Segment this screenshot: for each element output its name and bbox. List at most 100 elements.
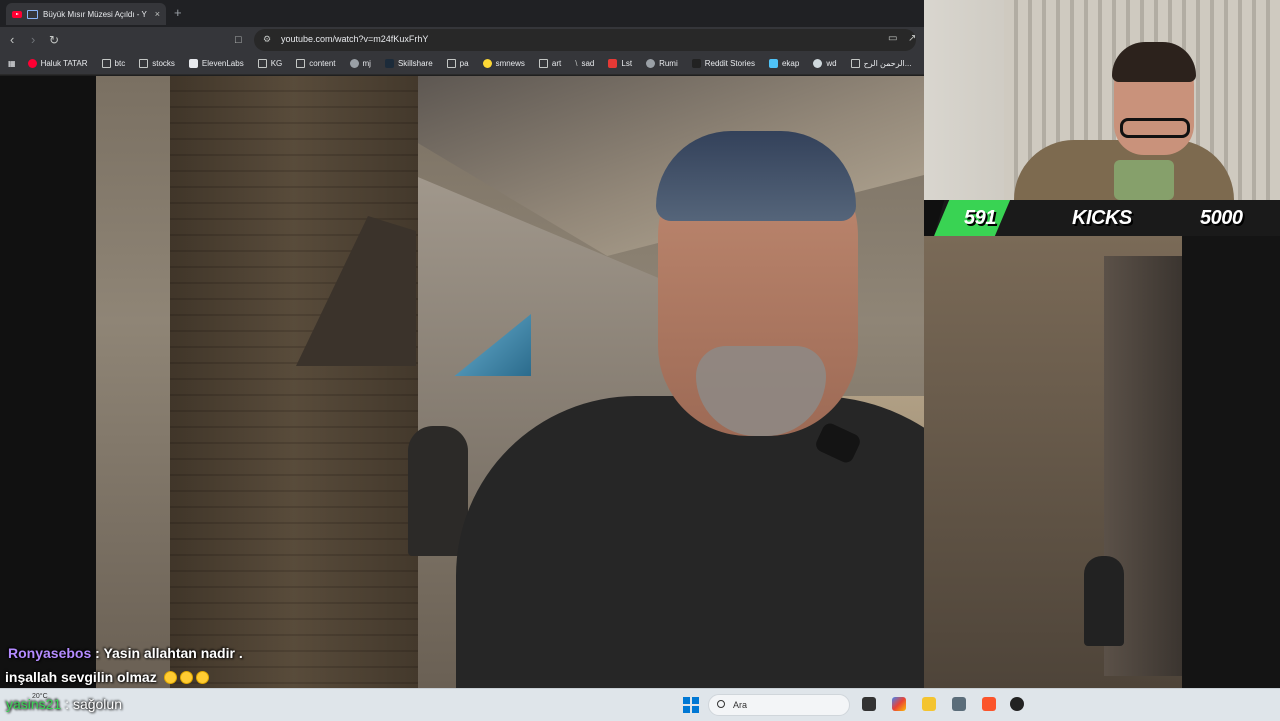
bookmark-label: pa: [459, 59, 469, 68]
folder-icon: [257, 59, 267, 68]
tab-title: Büyük Mısır Müzesi Açıldı - Y: [43, 9, 147, 19]
bookmark-label: mj: [362, 59, 371, 68]
tab-close-button[interactable]: ×: [155, 9, 160, 19]
emoji-icon: [482, 59, 492, 68]
chat-message: Ronyasebos : Yasin allahtan nadir .: [8, 645, 243, 661]
bookmark-quran[interactable]: الرحمن الرح...: [850, 59, 912, 68]
hieroglyph-pillar: [170, 76, 418, 688]
grinning-emoji-icon: [179, 671, 193, 684]
chat-text: sağolun: [72, 696, 122, 712]
mug: [1114, 160, 1174, 200]
address-bar[interactable]: ⚙ youtube.com/watch?v=m24fKuxFrhY ▭ ↗: [254, 29, 916, 51]
file-explorer-icon[interactable]: [922, 697, 936, 711]
new-tab-button[interactable]: +: [174, 5, 182, 20]
bookmark-label: KG: [270, 59, 283, 68]
bookmark-label: Skillshare: [397, 59, 433, 68]
chat-message: yasins21 : sağolun: [6, 696, 122, 712]
bookmark-haluk-tatar[interactable]: Haluk TATAR: [27, 59, 88, 68]
d-icon: [691, 59, 701, 68]
bookmark-stocks[interactable]: stocks: [139, 59, 175, 68]
bookmark-elevenlabs[interactable]: ElevenLabs: [188, 59, 244, 68]
bookmarks-bar: ▦ Haluk TATAR btc stocks ElevenLabs KG c…: [0, 53, 924, 75]
bookmark-label: stocks: [152, 59, 175, 68]
share-icon[interactable]: ↗: [908, 33, 916, 44]
background-visitor: [408, 426, 468, 556]
bookmark-skillshare[interactable]: Skillshare: [384, 59, 433, 68]
bookmark-art[interactable]: art: [538, 59, 562, 68]
back-icon[interactable]: ‹: [10, 32, 14, 48]
slash-icon: \: [575, 59, 578, 68]
video-player[interactable]: [0, 76, 924, 688]
search-placeholder: Ara: [733, 700, 748, 710]
bookmark-rumi[interactable]: Rumi: [646, 59, 678, 68]
bookmark-lst[interactable]: Lst: [608, 59, 632, 68]
skillshare-icon: [384, 59, 394, 68]
grinning-emoji-icon: [163, 671, 177, 684]
goal-target: 5000: [1200, 207, 1243, 229]
folder-icon: [446, 59, 456, 68]
url-text[interactable]: youtube.com/watch?v=m24fKuxFrhY: [281, 34, 428, 44]
taskbar-search[interactable]: Ara: [708, 694, 850, 716]
video-frame: [96, 76, 924, 688]
bookmark-reddit-stories[interactable]: Reddit Stories: [691, 59, 755, 68]
apps-icon[interactable]: ▦: [8, 59, 16, 68]
browser-window: Büyük Mısır Müzesi Açıldı - Y × + ‹ › ↻ …: [0, 0, 924, 688]
bird-icon: [768, 59, 778, 68]
s-icon: [608, 59, 618, 68]
youtube-icon: [12, 10, 22, 18]
webcam-overlay: [924, 0, 1280, 200]
obs-icon[interactable]: [1010, 697, 1024, 711]
copilot-icon[interactable]: [892, 697, 906, 711]
book-icon: [850, 59, 860, 68]
snipping-tool-icon[interactable]: [952, 697, 966, 711]
bookmark-smnews[interactable]: smnews: [482, 59, 525, 68]
install-app-icon[interactable]: ▭: [888, 33, 897, 44]
reload-icon[interactable]: ↻: [49, 32, 59, 48]
bookmark-label: Haluk TATAR: [40, 59, 88, 68]
brave-icon[interactable]: [982, 697, 996, 711]
chat-text: inşallah sevgilin olmaz: [5, 669, 157, 685]
bookmark-mj[interactable]: mj: [349, 59, 371, 68]
bookmark-label: art: [551, 59, 562, 68]
search-icon: [717, 700, 725, 708]
forward-icon[interactable]: ›: [31, 32, 35, 48]
side-scene: [924, 236, 1182, 688]
bookmark-wd[interactable]: wd: [813, 59, 837, 68]
globe-icon: [646, 59, 656, 68]
chat-message: inşallah sevgilin olmaz: [5, 669, 209, 685]
bookmark-ekap[interactable]: ekap: [768, 59, 799, 68]
chat-text: Yasin allahtan nadir .: [103, 645, 243, 661]
folder-icon: [538, 59, 548, 68]
site-info-icon[interactable]: ⚙: [263, 34, 271, 45]
bookmark-sad[interactable]: \ sad: [575, 59, 594, 68]
bookmark-label: Rumi: [659, 59, 678, 68]
bookmark-label: sad: [581, 59, 595, 68]
tab-strip: Büyük Mısır Müzesi Açıldı - Y × +: [0, 0, 924, 27]
chat-separator: :: [61, 696, 73, 712]
side-visitor: [1084, 556, 1124, 646]
bookmark-label: ElevenLabs: [201, 59, 244, 68]
task-view-icon[interactable]: [862, 697, 876, 711]
bookmark-label: Lst: [621, 59, 633, 68]
github-icon: [349, 59, 359, 68]
elevenlabs-icon: [188, 59, 198, 68]
bookmark-pa[interactable]: pa: [446, 59, 469, 68]
start-icon[interactable]: [683, 697, 699, 713]
bookmark-label: Reddit Stories: [704, 59, 755, 68]
tab-active[interactable]: Büyük Mısır Müzesi Açıldı - Y ×: [6, 3, 166, 25]
bookmark-btc[interactable]: btc: [101, 59, 125, 68]
chat-username: Ronyasebos: [8, 645, 92, 661]
bookmark-label: content: [309, 59, 336, 68]
bookmark-icon[interactable]: □: [235, 32, 242, 48]
chat-separator: :: [91, 645, 104, 661]
wd-icon: [813, 59, 823, 68]
windows-taskbar: 20°C Ara: [0, 688, 1280, 721]
right-panel: [1182, 236, 1280, 688]
bookmark-label: smnews: [495, 59, 525, 68]
cast-icon: [27, 9, 38, 19]
folder-icon: [139, 59, 149, 68]
youtube-icon: [27, 59, 37, 68]
bookmark-kg[interactable]: KG: [257, 59, 283, 68]
bookmark-content[interactable]: content: [296, 59, 336, 68]
bookmark-label: الرحمن الرح...: [863, 59, 912, 68]
